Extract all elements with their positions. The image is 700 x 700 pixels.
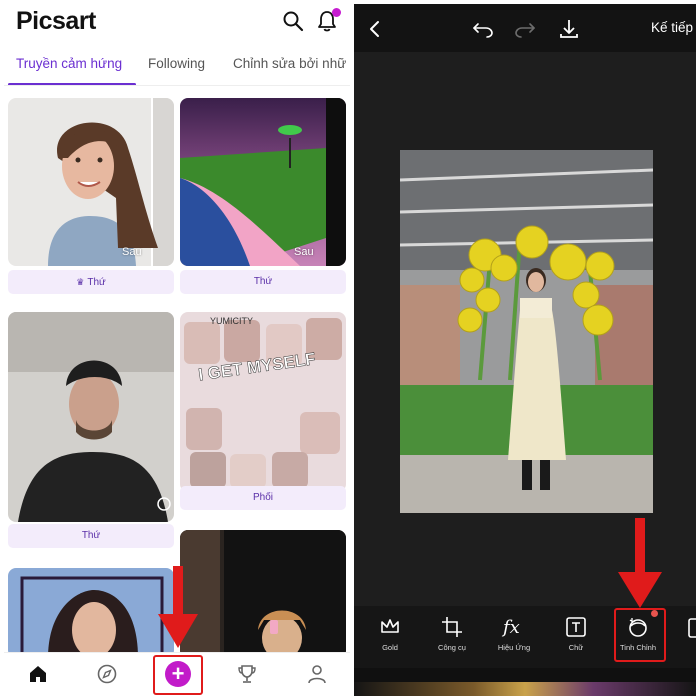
editor-header: Kế tiếp <box>354 4 696 52</box>
remix-button[interactable]: Phối <box>180 486 346 510</box>
picsart-home-screen: Picsart Truyền cảm hứng Following Chỉnh … <box>4 4 350 696</box>
crop-icon <box>442 617 462 637</box>
highlight-box-retouch <box>614 608 666 662</box>
feed-card-portrait-woman[interactable]: Sau <box>8 98 174 266</box>
try-button[interactable]: ♛ Thứ <box>8 270 174 294</box>
discover-icon[interactable] <box>96 663 118 685</box>
tool-label: Hiệu Ứng <box>497 643 531 652</box>
after-overlay-label: Sau <box>122 246 142 258</box>
girl-with-yellow-flowers-image <box>400 150 653 513</box>
feed-card-partial-left[interactable] <box>8 568 174 652</box>
edited-photo[interactable] <box>400 150 653 513</box>
tool-label: Chữ <box>568 643 584 652</box>
tool-gold[interactable]: Gold <box>362 616 418 652</box>
gold-crown-icon <box>381 619 399 633</box>
app-header: Picsart <box>4 4 350 40</box>
next-button[interactable]: Kế tiếp <box>651 20 693 35</box>
tool-effects[interactable]: fx Hiệu Ứng <box>486 616 542 652</box>
feed-card-pink-shore[interactable]: Sau <box>180 98 346 266</box>
tool-label: Gold <box>382 643 398 652</box>
remix-label: Phối <box>252 492 273 503</box>
editor-toolbar: Gold Công cụ fx Hiệu Ứng Chữ Tinh Chỉnh <box>354 606 696 668</box>
tool-label: Công cụ <box>438 643 466 652</box>
crown-icon: ♛ <box>76 277 85 287</box>
after-overlay-label: Sau <box>294 246 314 258</box>
text-icon <box>566 617 586 637</box>
tab-following[interactable]: Following <box>148 56 205 71</box>
bottom-navigation: + <box>4 652 350 696</box>
collage-image: YUMICITY I GET MYSELF <box>180 312 346 492</box>
download-icon[interactable] <box>558 18 580 40</box>
try-label: Thứ <box>87 277 106 288</box>
try-button[interactable]: Thứ <box>180 270 346 294</box>
feed-card-collage[interactable]: YUMICITY I GET MYSELF <box>180 312 346 492</box>
blurred-thumbnail-strip <box>354 682 696 696</box>
home-icon[interactable] <box>27 663 49 685</box>
feed-tabs: Truyền cảm hứng Following Chỉnh sửa bởi … <box>4 48 350 86</box>
editor-bottom-strip <box>354 668 696 696</box>
svg-text:fx: fx <box>501 617 520 638</box>
redo-icon[interactable] <box>514 20 536 38</box>
highlight-box-plus <box>153 655 203 695</box>
app-logo: Picsart <box>16 7 96 35</box>
portrait-woman-image <box>8 98 174 266</box>
active-tab-indicator <box>8 83 136 85</box>
trophy-icon[interactable] <box>236 663 258 685</box>
collage-caption-small: YUMICITY <box>210 316 253 326</box>
try-label: Thứ <box>81 530 101 541</box>
mirror-selfie-image <box>180 530 346 652</box>
search-icon[interactable] <box>282 10 304 32</box>
tool-tools[interactable]: Công cụ <box>424 616 480 652</box>
undo-icon[interactable] <box>472 20 494 38</box>
more-tools-icon[interactable] <box>688 618 696 640</box>
new-badge-dot <box>651 610 658 617</box>
portrait-man-image <box>8 312 174 522</box>
tab-edited-by[interactable]: Chỉnh sửa bởi nhữ <box>233 56 346 71</box>
try-button[interactable]: Thứ <box>8 524 174 548</box>
fx-icon: fx <box>501 617 520 638</box>
feed-card-portrait-man[interactable] <box>8 312 174 522</box>
notification-dot <box>332 8 341 17</box>
try-label: Thứ <box>253 276 273 287</box>
portrait-girl-image <box>8 568 174 652</box>
tab-inspiration[interactable]: Truyền cảm hứng <box>16 56 122 71</box>
red-arrow-down-icon <box>158 566 198 648</box>
profile-icon[interactable] <box>306 663 328 685</box>
tool-text[interactable]: Chữ <box>548 616 604 652</box>
back-chevron-icon[interactable] <box>368 20 380 38</box>
red-arrow-down-icon <box>618 518 662 608</box>
screenshot-composite: Picsart Truyền cảm hứng Following Chỉnh … <box>0 0 700 700</box>
pink-shore-image <box>180 98 346 266</box>
picsart-editor-screen: Kế tiếp Gold Công cụ fx Hiệu Ứng Chữ Tin… <box>354 4 696 696</box>
feed-card-partial-right[interactable] <box>180 530 346 652</box>
